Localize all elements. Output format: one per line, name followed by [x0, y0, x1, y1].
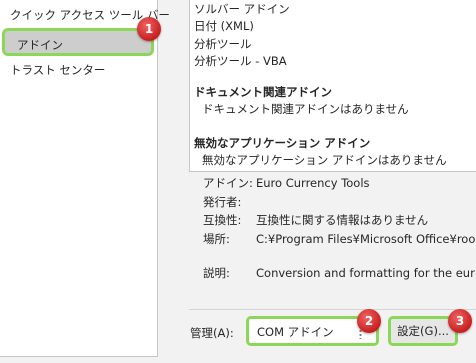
addin-list[interactable]: ソルバー アドイン 日付 (XML) 分析ツール 分析ツール - VBA ドキュ… [189, 0, 476, 172]
detail-label-location: 場所: [203, 232, 230, 246]
detail-value-location: C:¥Program Files¥Microsoft Office¥roo [256, 232, 476, 246]
detail-label-compatibility: 互換性: [203, 213, 242, 227]
step-badge-2: 2 [357, 309, 381, 333]
addin-list-item[interactable]: 分析ツール [194, 35, 252, 53]
group-header-document-addins: ドキュメント関連アドイン [194, 85, 332, 99]
detail-value-compatibility: 互換性に関する情報はありません [256, 213, 429, 227]
detail-label-description: 説明: [203, 266, 230, 280]
divider [189, 309, 476, 310]
options-sidebar: クイック アクセス ツール バー アドイン トラスト センター [0, 0, 170, 357]
addin-list-item[interactable]: 日付 (XML) [194, 17, 254, 35]
detail-value-description: Conversion and formatting for the eur [256, 266, 475, 280]
group-empty-text: 無効なアプリケーション アドインはありません [202, 153, 447, 167]
detail-label-addin: アドイン: [203, 176, 253, 190]
addin-list-item[interactable]: ソルバー アドイン [194, 0, 290, 18]
step-badge-1: 1 [137, 17, 161, 41]
manage-dropdown-value: COM アドイン [257, 325, 334, 339]
step-badge-3: 3 [448, 309, 472, 333]
addin-details: アドイン: Euro Currency Tools 発行者: 互換性: 互換性に… [189, 171, 476, 291]
sidebar-item-trust-center[interactable]: トラスト センター [10, 59, 105, 81]
sidebar-item-addins[interactable]: アドイン [2, 28, 154, 56]
group-empty-text: ドキュメント関連アドインはありません [202, 102, 409, 116]
addin-list-item[interactable]: 分析ツール - VBA [194, 52, 287, 70]
detail-value-addin: Euro Currency Tools [256, 176, 370, 190]
detail-label-publisher: 発行者: [203, 195, 242, 209]
manage-label: 管理(A): [190, 326, 234, 340]
group-header-disabled-addins: 無効なアプリケーション アドイン [194, 136, 371, 150]
